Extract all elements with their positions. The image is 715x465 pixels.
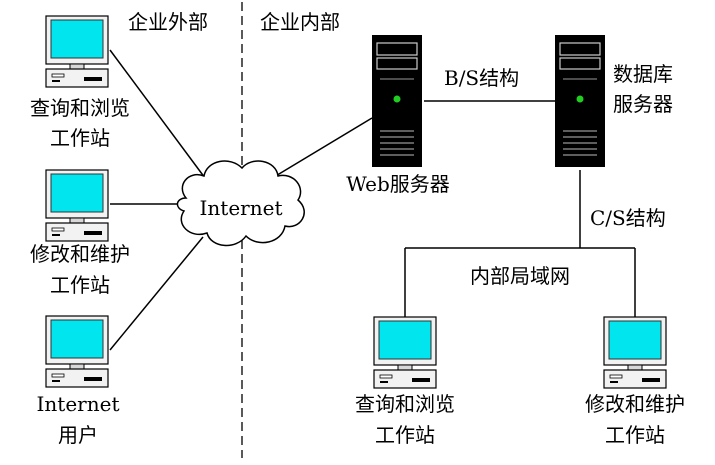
web-server-icon (371, 34, 423, 168)
computer-icon-query-internal (373, 316, 437, 389)
internet-user-label-2: 用户 (58, 423, 98, 447)
db-server-label-1: 数据库 (613, 62, 673, 86)
diagram-canvas (45, 2, 667, 458)
cs-structure-label: C/S结构 (590, 206, 666, 230)
maintain-workstation-external-label-1: 修改和维护 (30, 242, 130, 266)
internet-label: Internet (199, 196, 283, 220)
network-diagram: 企业外部 企业内部 查询和浏览 工作站 修改和维护 工作站 Internet 用… (0, 0, 715, 460)
computer-icon-maintain-internal (603, 316, 667, 389)
internet-user-label-1: Internet (36, 392, 120, 416)
query-workstation-internal-label-2: 工作站 (375, 423, 435, 447)
computer-icon-internet-user (45, 315, 109, 388)
database-server-icon (554, 34, 606, 168)
computer-icon-query-external (45, 15, 109, 88)
maintain-workstation-external-label-2: 工作站 (50, 273, 110, 297)
bs-structure-label: B/S结构 (444, 66, 520, 90)
web-server-label: Web服务器 (346, 172, 450, 196)
zone-outside-label: 企业外部 (128, 10, 208, 34)
computer-icon-maintain-external (45, 169, 109, 242)
maintain-workstation-internal-label-2: 工作站 (605, 423, 665, 447)
zone-inside-label: 企业内部 (260, 10, 340, 34)
query-workstation-external-label-2: 工作站 (50, 126, 110, 150)
db-server-label-2: 服务器 (613, 92, 673, 116)
query-workstation-internal-label-1: 查询和浏览 (355, 392, 455, 416)
lan-label: 内部局域网 (470, 264, 570, 288)
maintain-workstation-internal-label-1: 修改和维护 (585, 392, 685, 416)
query-workstation-external-label-1: 查询和浏览 (30, 96, 130, 120)
